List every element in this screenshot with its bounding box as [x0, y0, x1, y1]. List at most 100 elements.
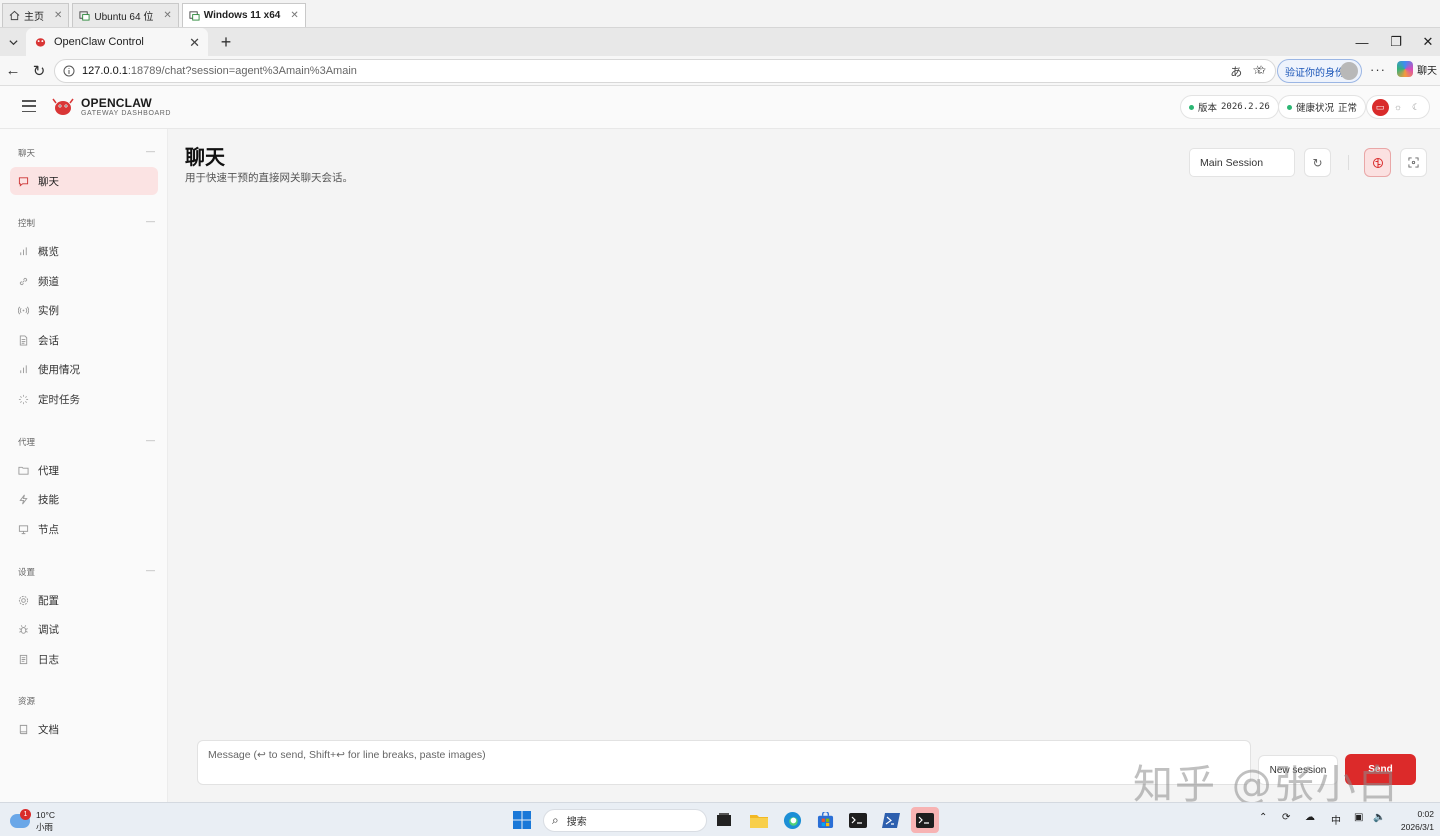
minimize-button[interactable]: — — [1345, 28, 1379, 56]
task-view-button[interactable] — [713, 809, 735, 831]
health-label: 健康状况 — [1296, 103, 1335, 114]
monitor-icon[interactable]: ▭ — [1371, 98, 1389, 116]
version-pill: 版本 2026.2.26 — [1180, 95, 1279, 119]
close-icon[interactable]: ✕ — [163, 10, 171, 21]
terminal-icon — [916, 812, 934, 828]
volume-icon[interactable]: 🔈 — [1373, 812, 1385, 823]
weather-widget[interactable]: 1 10°C 小雨 — [10, 809, 70, 833]
reload-icon: ↻ — [32, 62, 46, 80]
focus-mode-button[interactable] — [1400, 148, 1427, 177]
version-label: 版本 — [1198, 103, 1218, 114]
sidebar-item-instances[interactable]: 实例 — [10, 296, 158, 324]
sidebar-item-label: 实例 — [38, 304, 59, 317]
vm-tab-windows[interactable]: Windows 11 x64 ✕ — [181, 3, 306, 27]
sidebar-item-debug[interactable]: 调试 — [10, 615, 158, 643]
terminal-button[interactable] — [847, 809, 869, 831]
sidebar-item-label: 概览 — [38, 245, 59, 258]
arrow-left-icon: ← — [5, 62, 21, 79]
main-content: 聊天 用于快速干预的直接网关聊天会话。 Main Session ↻ New s… — [168, 129, 1440, 802]
notification-badge: 1 — [20, 809, 31, 820]
sidebar-item-label: 调试 — [38, 623, 59, 636]
clock-time: 0:02 — [1417, 809, 1434, 819]
copilot-button[interactable]: 聊天 — [1397, 61, 1437, 77]
session-select[interactable]: Main Session — [1189, 148, 1295, 177]
moon-icon[interactable]: ☾ — [1408, 99, 1425, 116]
copilot-label: 聊天 — [1417, 65, 1437, 77]
store-button[interactable] — [814, 809, 836, 831]
close-icon[interactable]: ✕ — [54, 10, 62, 21]
more-icon[interactable]: ··· — [1370, 62, 1386, 77]
chat-icon — [18, 176, 29, 187]
vm-tab-home[interactable]: 主页 ✕ — [2, 3, 70, 27]
sidebar-item-label: 代理 — [38, 464, 59, 477]
terminal-active-button[interactable] — [911, 807, 939, 833]
sidebar-item-channels[interactable]: 频道 — [10, 267, 158, 295]
collapse-icon[interactable]: — — [146, 435, 155, 445]
tab-list-button[interactable] — [0, 28, 26, 56]
refresh-button[interactable]: ↻ — [1304, 148, 1331, 177]
sync-icon[interactable]: ⟳ — [1282, 812, 1290, 823]
lobster-icon — [35, 38, 46, 47]
sidebar-item-label: 定时任务 — [38, 393, 80, 406]
session-select-value: Main Session — [1200, 156, 1264, 169]
task-view-icon — [717, 813, 731, 826]
section-title: 聊天 — [18, 148, 36, 158]
profile-button[interactable]: 验证你的身份 — [1277, 59, 1362, 83]
favorites-icon[interactable]: ✩ — [1256, 63, 1266, 77]
sidebar-item-nodes[interactable]: 节点 — [10, 515, 158, 543]
menu-icon[interactable] — [22, 100, 36, 112]
browser-tab-bar: OpenClaw Control ✕ + — ❐ ✕ — [0, 28, 1440, 56]
maximize-button[interactable]: ❐ — [1379, 28, 1413, 56]
folder-icon — [18, 466, 29, 475]
message-input[interactable] — [198, 741, 1250, 784]
network-icon[interactable]: ▣ — [1354, 812, 1363, 823]
gear-icon — [18, 595, 29, 605]
sidebar-item-cron[interactable]: 定时任务 — [10, 385, 158, 413]
address-bar[interactable]: 127.0.0.1:18789/chat?session=agent%3Amai… — [54, 59, 1276, 83]
collapse-icon[interactable]: — — [146, 565, 155, 575]
sidebar-item-sessions[interactable]: 会话 — [10, 326, 158, 354]
chevron-up-icon[interactable]: ⌃ — [1259, 812, 1267, 823]
collapse-icon[interactable]: — — [146, 146, 155, 156]
sidebar-item-logs[interactable]: 日志 — [10, 645, 158, 673]
powershell-button[interactable] — [880, 809, 902, 831]
sidebar-item-overview[interactable]: 概览 — [10, 237, 158, 265]
folder-icon — [750, 814, 768, 828]
section-title: 控制 — [18, 218, 36, 228]
sidebar-item-label: 技能 — [38, 493, 59, 506]
profile-label: 验证你的身份 — [1285, 67, 1345, 79]
file-explorer-button[interactable] — [748, 809, 770, 831]
browser-tab[interactable]: OpenClaw Control ✕ — [26, 28, 208, 56]
powershell-icon — [882, 812, 900, 828]
start-button[interactable] — [511, 809, 533, 831]
sidebar-item-agents[interactable]: 代理 — [10, 456, 158, 484]
sun-icon[interactable]: ☼ — [1390, 99, 1407, 116]
new-tab-button[interactable]: + — [212, 28, 240, 56]
edge-button[interactable] — [781, 809, 803, 831]
thinking-toggle-button[interactable] — [1364, 148, 1391, 177]
ime-indicator[interactable]: 中 — [1331, 812, 1341, 827]
translate-icon[interactable]: あ — [1230, 63, 1242, 80]
sidebar-item-usage[interactable]: 使用情况 — [10, 355, 158, 383]
vm-tab-strip: 主页 ✕ Ubuntu 64 位 ✕ Windows 11 x64 ✕ — [0, 0, 1440, 28]
weather-condition: 小雨 — [36, 822, 54, 832]
sidebar-item-docs[interactable]: 文档 — [10, 715, 158, 743]
page-subtitle: 用于快速干预的直接网关聊天会话。 — [185, 172, 353, 184]
reload-button[interactable]: ↻ — [26, 58, 52, 84]
back-button[interactable]: ← — [0, 58, 26, 84]
search-label: 搜索 — [566, 817, 587, 828]
taskbar-search[interactable]: ⌕ 搜索 — [543, 809, 707, 832]
close-icon: ✕ — [1422, 34, 1434, 49]
close-window-button[interactable]: ✕ — [1411, 28, 1440, 56]
sidebar-item-skills[interactable]: 技能 — [10, 485, 158, 513]
clock[interactable]: 0:02 2026/3/1 — [1396, 808, 1434, 834]
cloud-icon[interactable]: ☁ — [1305, 812, 1315, 823]
minimize-icon: — — [1355, 34, 1369, 50]
sidebar-item-chat[interactable]: 聊天 — [10, 167, 158, 195]
close-icon[interactable]: ✕ — [189, 35, 200, 51]
collapse-icon[interactable]: — — [146, 216, 155, 226]
close-icon[interactable]: ✕ — [290, 10, 298, 21]
sidebar-item-label: 频道 — [38, 275, 59, 288]
vm-tab-ubuntu[interactable]: Ubuntu 64 位 ✕ — [72, 3, 179, 27]
sidebar-item-config[interactable]: 配置 — [10, 586, 158, 614]
